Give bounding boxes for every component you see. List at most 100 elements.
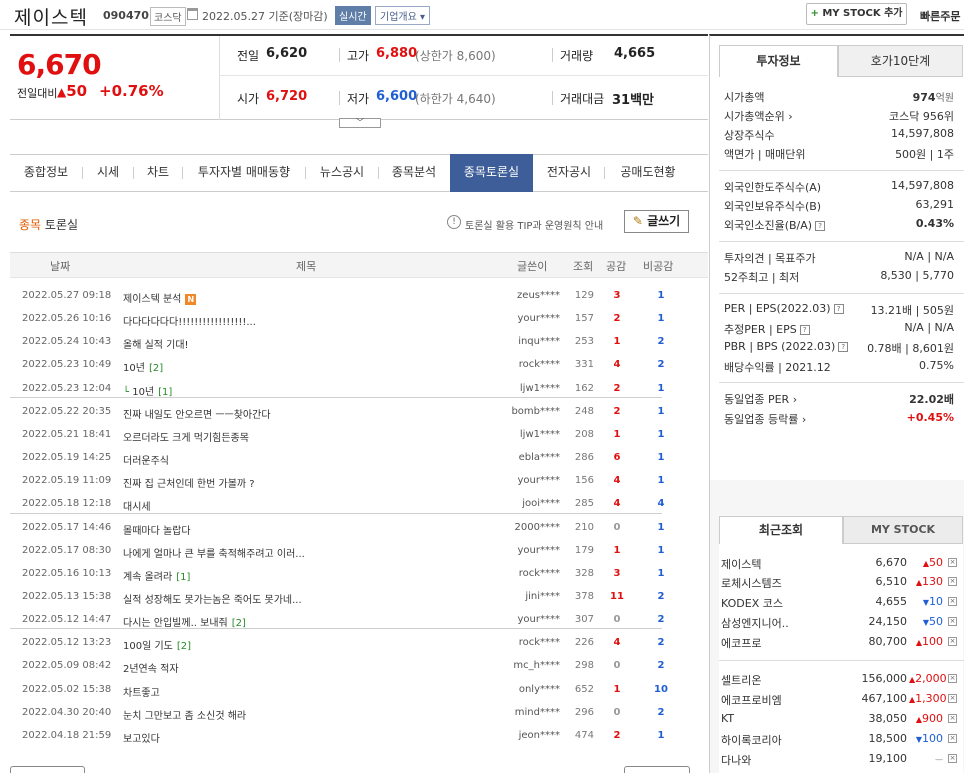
tab-investor-trend[interactable]: 투자자별 매매동향	[183, 154, 305, 192]
table-row[interactable]: 2022.05.19 14:25 더러운주식 ebla**** 286 6 1	[10, 447, 708, 470]
tab-discussion[interactable]: 종목토론실	[450, 154, 533, 192]
close-icon[interactable]: ×	[948, 637, 957, 646]
invest-value: 14,597,808	[891, 179, 954, 192]
post-title[interactable]: 올해 실적 기대!	[123, 336, 189, 351]
recent-item[interactable]: KT 38,050 ▲900 ×	[721, 709, 961, 729]
close-icon[interactable]: ×	[948, 597, 957, 606]
help-icon[interactable]: ?	[838, 342, 849, 352]
post-title[interactable]: 100일 기도 [2]	[123, 637, 191, 652]
post-title[interactable]: 진짜 내일도 안오르면 ㅡㅡ찾아간다	[123, 406, 271, 421]
table-row[interactable]: 2022.05.17 14:46 몰때마다 놀랍다 2000**** 210 0 1	[10, 517, 708, 540]
tab-invest-info[interactable]: 투자정보	[719, 45, 838, 77]
close-icon[interactable]: ×	[948, 558, 957, 567]
tip-link[interactable]: 토론실 활용 TIP과 운영원칙 안내	[465, 217, 603, 232]
tab-news[interactable]: 뉴스공시	[306, 154, 378, 192]
table-row[interactable]: 2022.05.23 10:49 10년 [2] rock**** 331 4 2	[10, 354, 708, 377]
recent-item[interactable]: 하이록코리아 18,500 ▼100 ×	[721, 729, 961, 749]
help-icon[interactable]: ?	[799, 325, 810, 335]
recent-item[interactable]: 로체시스템즈 6,510 ▲130 ×	[721, 572, 961, 592]
mystock-add-button[interactable]: + MY STOCK 추가	[806, 3, 907, 25]
post-title[interactable]: 보고있다	[123, 730, 160, 745]
post-title[interactable]: 10년 [2]	[123, 359, 163, 374]
recent-item[interactable]: 삼성엔지니어.. 24,150 ▼50 ×	[721, 612, 961, 632]
recent-item[interactable]: 셀트리온 156,000 ▲2,000 ×	[721, 669, 961, 689]
help-icon[interactable]: ?	[833, 304, 844, 314]
post-views: 286	[574, 452, 594, 463]
recent-name[interactable]: 에코프로비엠	[721, 692, 782, 708]
write-button[interactable]: ✎ 글쓰기	[624, 210, 689, 233]
table-row[interactable]: 2022.05.22 20:35 진짜 내일도 안오르면 ㅡㅡ찾아간다 bomb**…	[10, 401, 708, 424]
tab-mystock[interactable]: MY STOCK	[843, 516, 963, 544]
recent-item[interactable]: 다나와 19,100 — ×	[721, 749, 961, 769]
tab-recent[interactable]: 최근조회	[719, 516, 843, 544]
realtime-button[interactable]: 실시간	[335, 6, 371, 25]
post-title[interactable]: 2년연속 적자	[123, 660, 179, 675]
post-title[interactable]: 계속 올려라 [1]	[123, 568, 190, 583]
post-title[interactable]: 다다다다다다!!!!!!!!!!!!!!!!!...	[123, 313, 256, 328]
table-row[interactable]: 2022.05.17 08:30 나에게 얼마나 큰 부를 축적해주려고 이러..…	[10, 540, 708, 563]
table-row[interactable]: 2022.05.12 13:23 100일 기도 [2] rock**** 226 4 2	[10, 632, 708, 655]
post-title[interactable]: 몰때마다 놀랍다	[123, 522, 191, 537]
tab-orderbook[interactable]: 호가10단계	[838, 45, 963, 77]
table-row[interactable]: 2022.05.13 15:38 실적 성장해도 못가는놈은 죽어도 못가네...…	[10, 586, 708, 609]
post-date: 2022.05.21 18:41	[22, 429, 112, 440]
post-views: 378	[574, 591, 594, 602]
post-dislikes: 1	[657, 545, 665, 556]
table-row[interactable]: 2022.04.30 20:40 눈치 그만보고 좀 소신것 해라 mind****…	[10, 702, 708, 725]
table-row[interactable]: 2022.05.09 08:42 2년연속 적자 mc_h**** 298 0 2	[10, 655, 708, 678]
close-icon[interactable]: ×	[948, 754, 957, 763]
table-row[interactable]: 2022.05.19 11:09 진짜 집 근처인데 한번 가볼까 ? your**…	[10, 470, 708, 493]
tab-short-selling[interactable]: 공매도현황	[605, 154, 691, 192]
list-button[interactable]	[10, 766, 85, 773]
expand-button[interactable]: ﹀	[339, 118, 381, 128]
table-row[interactable]: 2022.05.27 09:18 제이스텍 분석 Nzeus**** 129 3 1	[10, 285, 708, 308]
post-title[interactable]: 차트좋고	[123, 684, 160, 699]
table-row[interactable]: 2022.05.21 18:41 오르더라도 크게 먹기힘든종목 ljw1**** 2…	[10, 424, 708, 447]
table-row[interactable]: 2022.05.24 10:43 올해 실적 기대! inqu**** 253 1 2	[10, 331, 708, 354]
recent-item[interactable]: 에코프로 80,700 ▲100 ×	[721, 632, 961, 652]
table-row[interactable]: 2022.05.02 15:38 차트좋고 only**** 652 1 10	[10, 679, 708, 702]
tab-disclosure[interactable]: 전자공시	[534, 154, 604, 192]
recent-name[interactable]: 다나와	[721, 752, 751, 768]
recent-name[interactable]: KT	[721, 712, 734, 725]
help-icon[interactable]: ?	[815, 221, 826, 231]
post-title[interactable]: 다시는 안입빌께.. 보내줘 [2]	[123, 614, 246, 629]
post-title[interactable]: 오르더라도 크게 먹기힘든종목	[123, 429, 249, 444]
close-icon[interactable]: ×	[948, 734, 957, 743]
post-title-text: 100일 기도	[123, 641, 173, 652]
close-icon[interactable]: ×	[948, 694, 957, 703]
write-button-bottom[interactable]	[624, 766, 690, 773]
recent-name[interactable]: KODEX 코스	[721, 595, 783, 611]
post-title[interactable]: 나에게 얼마나 큰 부를 축적해주려고 이러...	[123, 545, 305, 560]
table-row[interactable]: 2022.05.16 10:13 계속 올려라 [1] rock**** 328 3 1	[10, 563, 708, 586]
recent-name[interactable]: 로체시스템즈	[721, 575, 782, 591]
table-row[interactable]: 2022.05.26 10:16 다다다다다다!!!!!!!!!!!!!!!!!.…	[10, 308, 708, 331]
corp-info-dropdown[interactable]: 기업개요 ▾	[375, 6, 431, 25]
post-title[interactable]: 대시세	[123, 498, 151, 513]
recent-name[interactable]: 하이록코리아	[721, 732, 782, 748]
tab-quotes[interactable]: 시세	[83, 154, 133, 192]
recent-change-value: 2,000	[915, 672, 947, 685]
recent-item[interactable]: 에코프로비엠 467,100 ▲1,300 ×	[721, 689, 961, 709]
recent-name[interactable]: 에코프로	[721, 635, 761, 651]
recent-item[interactable]: 제이스텍 6,670 ▲50 ×	[721, 553, 961, 573]
tab-analysis[interactable]: 종목분석	[379, 154, 449, 192]
recent-name[interactable]: 제이스텍	[721, 556, 761, 572]
post-title[interactable]: 진짜 집 근처인데 한번 가볼까 ?	[123, 475, 255, 490]
tab-overview[interactable]: 종합정보	[10, 154, 82, 192]
recent-name[interactable]: 셀트리온	[721, 672, 761, 688]
post-title[interactable]: 더러운주식	[123, 452, 169, 467]
post-title[interactable]: 제이스텍 분석 N	[123, 290, 197, 305]
close-icon[interactable]: ×	[948, 714, 957, 723]
recent-name[interactable]: 삼성엔지니어..	[721, 615, 789, 631]
close-icon[interactable]: ×	[948, 577, 957, 586]
close-icon[interactable]: ×	[948, 674, 957, 683]
close-icon[interactable]: ×	[948, 617, 957, 626]
table-row[interactable]: 2022.04.18 21:59 보고있다 jeon**** 474 2 1	[10, 725, 708, 748]
post-title[interactable]: └ 10년 [1]	[123, 383, 172, 398]
recent-item[interactable]: KODEX 코스 4,655 ▼10 ×	[721, 592, 961, 612]
post-title[interactable]: 실적 성장해도 못가는놈은 죽어도 못가네...	[123, 591, 302, 606]
tab-chart[interactable]: 차트	[134, 154, 182, 192]
post-title[interactable]: 눈치 그만보고 좀 소신것 해라	[123, 707, 246, 722]
quick-order-link[interactable]: 빠른주문	[920, 8, 960, 24]
